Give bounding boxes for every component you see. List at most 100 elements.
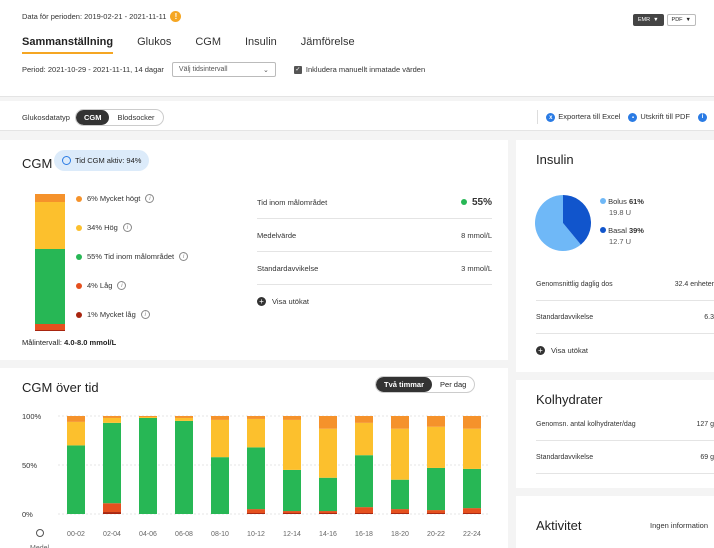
basal-units: 12.7 U xyxy=(609,237,632,246)
export-excel-label: Exportera till Excel xyxy=(558,111,621,121)
dot-icon xyxy=(76,311,82,318)
pdf-select[interactable]: PDF ▼ xyxy=(666,14,696,26)
stat-row-std: Standardavvikelse 3 mmol/L xyxy=(257,252,492,285)
print-icon: ▪ xyxy=(628,113,638,123)
insulin-pie-chart xyxy=(535,195,591,251)
carbs-row-per-day: Genomsn. antal kolhydrater/dag 127 g xyxy=(536,408,714,441)
dot-icon xyxy=(76,224,82,231)
info-icon[interactable]: ! xyxy=(170,11,182,22)
glucose-data-type: Glukosdatatyp CGM Blodsocker xyxy=(22,109,164,126)
bar-segment xyxy=(463,428,481,469)
period-label: Period: 2021-10-29 - 2021-11-11, 14 daga… xyxy=(22,65,164,74)
bar-segment xyxy=(391,513,409,514)
x-tick-label: 02-04 xyxy=(103,531,121,538)
caret-down-icon: ▼ xyxy=(653,17,659,23)
stat-row-mean: Medelvärde 8 mmol/L xyxy=(257,219,492,252)
info-icon[interactable]: i xyxy=(179,252,189,261)
print-pdf-label: Utskrift till PDF xyxy=(640,111,690,121)
insulin-expand-button[interactable]: + Visa utökat xyxy=(536,346,714,355)
insulin-title: Insulin xyxy=(536,152,574,167)
stat-label: Medelvärde xyxy=(257,230,297,240)
bar-segment xyxy=(427,510,445,514)
data-type-switch: CGM Blodsocker xyxy=(74,109,164,126)
legend-item: 1% Mycket låg i xyxy=(76,310,150,319)
bar-segment xyxy=(463,513,481,514)
stat-value: 8 mmol/L xyxy=(461,230,492,240)
row-label: Genomsnittlig daglig dos xyxy=(536,280,613,288)
info-icon[interactable]: i xyxy=(145,194,155,203)
tab-jamforelse[interactable]: Jämförelse xyxy=(301,36,355,54)
manual-values-label: Inkludera manuellt inmatade värden xyxy=(305,65,426,74)
help-icon[interactable]: i xyxy=(698,112,707,122)
cgm-expand-button[interactable]: + Visa utökat xyxy=(257,297,492,306)
info-icon[interactable]: i xyxy=(122,223,132,232)
insulin-stats: Genomsnittlig daglig dos 32.4 enheter St… xyxy=(536,268,714,355)
manual-values-checkbox[interactable]: ✓ xyxy=(293,65,302,74)
pdf-select-label: PDF xyxy=(671,17,683,23)
main-tabs: Sammanställning Glukos CGM Insulin Jämfö… xyxy=(22,36,355,54)
row-value: 127 g xyxy=(696,420,714,428)
time-in-range-stack xyxy=(35,194,65,331)
manual-values-toggle[interactable]: ✓ Inkludera manuellt inmatade värden xyxy=(293,65,426,74)
cgm-over-time-card: CGM över tid Två timmar Per dag 100% 50% 0… xyxy=(0,368,508,548)
activity-info: Ingen information xyxy=(650,521,708,530)
dot-icon xyxy=(76,195,82,202)
emr-select[interactable]: EMR ▼ xyxy=(632,14,664,26)
export-excel-button[interactable]: x Exportera till Excel xyxy=(546,112,620,123)
bolus-percent: 61% xyxy=(628,197,644,206)
info-icon[interactable]: i xyxy=(140,310,150,319)
bar-segment xyxy=(247,513,265,514)
bar-segment xyxy=(103,512,121,514)
tab-insulin[interactable]: Insulin xyxy=(245,36,277,54)
x-tick-label: 04-06 xyxy=(139,531,157,538)
cgm-active-text: Tid CGM aktiv: 94% xyxy=(75,156,142,165)
stack-segment xyxy=(35,202,65,249)
chevron-down-icon: ⌄ xyxy=(263,66,269,74)
bar-segment xyxy=(67,445,85,514)
view-two-hours-button[interactable]: Två timmar xyxy=(376,377,433,392)
info-icon[interactable]: i xyxy=(117,281,127,290)
cgm-active-pill: Tid CGM aktiv: 94% xyxy=(54,150,150,171)
green-dot-icon xyxy=(460,199,467,205)
tab-cgm[interactable]: CGM xyxy=(195,36,221,54)
bar-segment xyxy=(355,416,373,423)
blue-dot-icon xyxy=(600,227,606,233)
x-tick-label: 08-10 xyxy=(211,531,229,538)
legend-item: 6% Mycket högt i xyxy=(76,194,155,203)
bar-segment xyxy=(211,457,229,514)
stat-value-time-in-range: 55% xyxy=(460,196,492,208)
carbohydrates-stats: Genomsn. antal kolhydrater/dag 127 g Sta… xyxy=(536,408,714,474)
insulin-row-std: Standardavvikelse 6.3 xyxy=(536,301,714,334)
bar-segment xyxy=(283,513,301,514)
plus-icon: + xyxy=(536,346,545,355)
stack-segment xyxy=(35,194,65,203)
bar-segment xyxy=(355,507,373,514)
x-tick-label: 00-02 xyxy=(67,531,85,538)
print-pdf-button[interactable]: ▪ Utskrift till PDF xyxy=(628,112,690,123)
cgm-stats: Tid inom målområdet 55% Medelvärde 8 mmo… xyxy=(257,186,492,306)
bar-segment xyxy=(211,419,229,458)
bolus-units: 19.8 U xyxy=(609,208,632,217)
view-per-day-button[interactable]: Per dag xyxy=(432,377,474,392)
data-type-blodsocker-button[interactable]: Blodsocker xyxy=(109,110,162,125)
data-type-cgm-button[interactable]: CGM xyxy=(75,110,110,125)
row-value: 32.4 enheter xyxy=(674,280,714,288)
tab-glukos[interactable]: Glukos xyxy=(137,36,171,54)
bolus-label: Bolus xyxy=(608,197,627,206)
bar-segment xyxy=(175,420,193,514)
x-tick-label: 10-12 xyxy=(247,531,265,538)
bar-segment xyxy=(427,416,445,427)
stack-segment xyxy=(35,248,65,325)
bar-segment xyxy=(175,417,193,421)
excel-icon: x xyxy=(546,113,556,123)
bar-segment xyxy=(103,417,121,423)
insulin-card: Insulin Bolus 61% 19.8 U Basal 39% 12.7 … xyxy=(516,140,714,372)
bar-segment xyxy=(427,513,445,514)
interval-select[interactable]: Välj tidsintervall ⌄ xyxy=(171,62,276,77)
bar-segment xyxy=(283,419,301,470)
stat-value: 55% xyxy=(471,196,492,208)
basal-label: Basal xyxy=(608,226,627,235)
legend-label: 4% Låg xyxy=(87,281,113,290)
tab-sammanstallning[interactable]: Sammanställning xyxy=(22,36,114,54)
bar-segment xyxy=(139,416,157,417)
